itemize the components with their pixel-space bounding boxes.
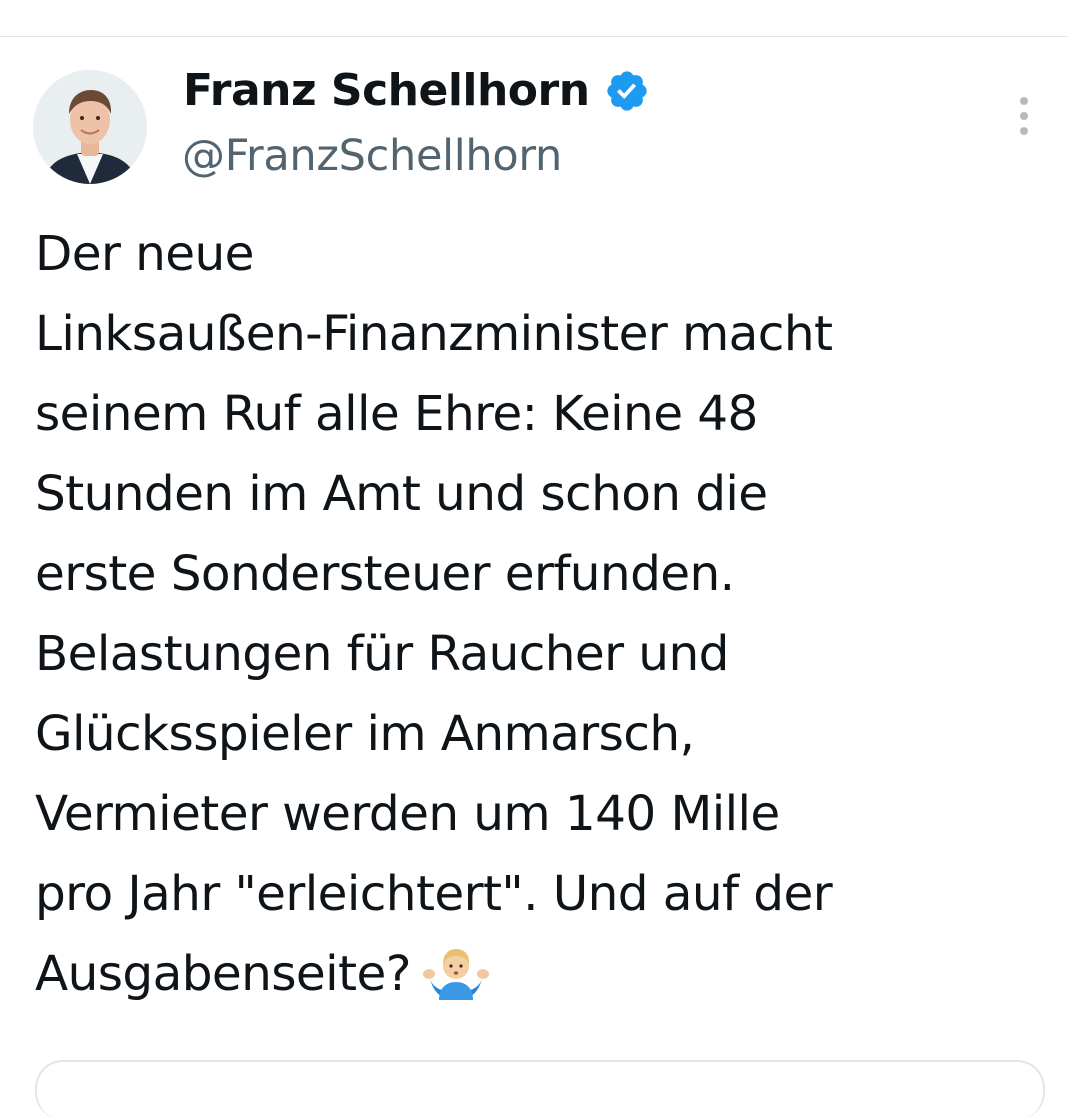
avatar[interactable] bbox=[33, 70, 147, 184]
embedded-media-card[interactable] bbox=[35, 1060, 1045, 1120]
verified-badge-icon bbox=[604, 68, 650, 114]
tweet-line: seinem Ruf alle Ehre: Keine 48 bbox=[35, 386, 758, 442]
tweet-line: pro Jahr "erleichtert". Und auf der bbox=[35, 866, 833, 922]
tweet-line: Belastungen für Raucher und bbox=[35, 626, 729, 682]
more-dot bbox=[1020, 127, 1028, 135]
profile-photo bbox=[33, 70, 147, 184]
top-divider bbox=[0, 36, 1068, 37]
tweet-line: Vermieter werden um 140 Mille bbox=[35, 786, 780, 842]
more-dot bbox=[1020, 112, 1028, 120]
tweet-line: Linksaußen-Finanzminister macht bbox=[35, 306, 833, 362]
tweet-line: Der neue bbox=[35, 226, 255, 282]
tweet-text: Der neue Linksaußen-Finanzminister macht… bbox=[35, 214, 1045, 1014]
author-display-name[interactable]: Franz Schellhorn bbox=[183, 63, 650, 119]
tweet-line: erste Sondersteuer erfunden. bbox=[35, 546, 735, 602]
person-shrugging-emoji bbox=[421, 944, 491, 1000]
author-handle[interactable]: @FranzSchellhorn bbox=[182, 128, 562, 184]
more-options-button[interactable] bbox=[1004, 94, 1044, 138]
more-vertical-icon bbox=[1020, 97, 1028, 105]
display-name-text: Franz Schellhorn bbox=[183, 65, 590, 116]
tweet-line: Stunden im Amt und schon die bbox=[35, 466, 768, 522]
tweet-line-text: Ausgabenseite? bbox=[35, 946, 411, 1002]
tweet-line-last: Ausgabenseite? bbox=[35, 934, 1045, 1014]
tweet-line: Glücksspieler im Anmarsch, bbox=[35, 706, 695, 762]
